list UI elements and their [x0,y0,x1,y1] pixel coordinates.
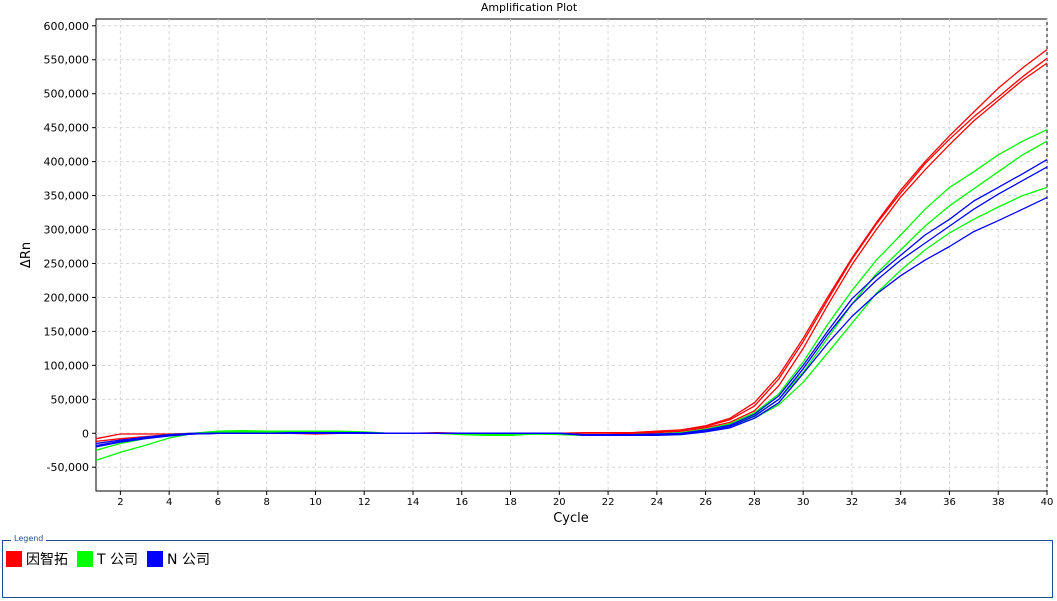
plot-area [95,18,1048,492]
x-tick-label: 32 [846,497,859,508]
y-tick-label: 250,000 [44,257,90,270]
legend-swatch-green [77,551,93,567]
x-tick-label: 26 [699,497,712,508]
legend-panel: Legend 因智拓 T 公司 N 公司 [2,534,1053,598]
legend-swatch-red [6,551,22,567]
legend-item-yinzhituo: 因智拓 [6,549,68,569]
y-tick-label: 150,000 [44,325,90,338]
y-axis-ticks: -50,000 0 50,000 100,000 150,000 200,000 250,0… [44,20,96,474]
x-tick-label: 38 [992,497,1005,508]
x-axis-label: Cycle [553,511,589,526]
y-tick-label: 0 [82,427,89,440]
y-tick-label: 100,000 [44,359,90,372]
legend-label: T 公司 [97,552,139,568]
y-tick-label: 600,000 [44,20,90,33]
y-tick-label: 400,000 [44,156,90,169]
x-tick-label: 8 [264,497,270,508]
x-tick-label: 18 [504,497,517,508]
x-tick-label: 36 [943,497,956,508]
x-tick-label: 6 [215,497,221,508]
legend-label: 因智拓 [26,552,68,568]
y-tick-label: 550,000 [44,54,90,67]
x-tick-label: 16 [455,497,468,508]
x-tick-label: 22 [602,497,615,508]
x-tick-label: 40 [1041,497,1054,508]
x-tick-label: 34 [894,497,907,508]
y-tick-label: 50,000 [51,393,90,406]
legend-item-t-company: T 公司 [77,549,138,569]
x-tick-label: 2 [117,497,123,508]
legend-caption: Legend [11,534,47,543]
y-tick-label: 350,000 [44,190,90,203]
y-tick-label: 200,000 [44,291,90,304]
x-tick-label: 12 [358,497,371,508]
x-tick-label: 20 [553,497,566,508]
y-tick-label: 450,000 [44,122,90,135]
y-tick-label: 500,000 [44,88,90,101]
legend-swatch-blue [147,551,164,567]
x-tick-label: 14 [407,497,420,508]
y-axis-label: ΔRn [19,242,34,268]
legend-items: 因智拓 T 公司 N 公司 [6,549,219,569]
chart-title: Amplification Plot [481,1,578,14]
legend-label: N 公司 [167,552,210,568]
x-tick-label: 30 [797,497,810,508]
x-axis-ticks: 2 4 6 8 10 12 14 16 18 20 22 24 26 28 30 32 34 36 38 40 [117,491,1053,508]
amplification-plot: Amplification Plot 2 4 6 8 10 12 14 16 18 20 22 24 2… [19,1,1053,526]
x-tick-label: 28 [748,497,761,508]
y-tick-label: 300,000 [44,224,90,237]
legend-item-n-company: N 公司 [147,549,210,569]
x-tick-label: 4 [166,497,172,508]
y-tick-label: -50,000 [47,461,89,474]
x-tick-label: 24 [650,497,663,508]
x-tick-label: 10 [309,497,322,508]
